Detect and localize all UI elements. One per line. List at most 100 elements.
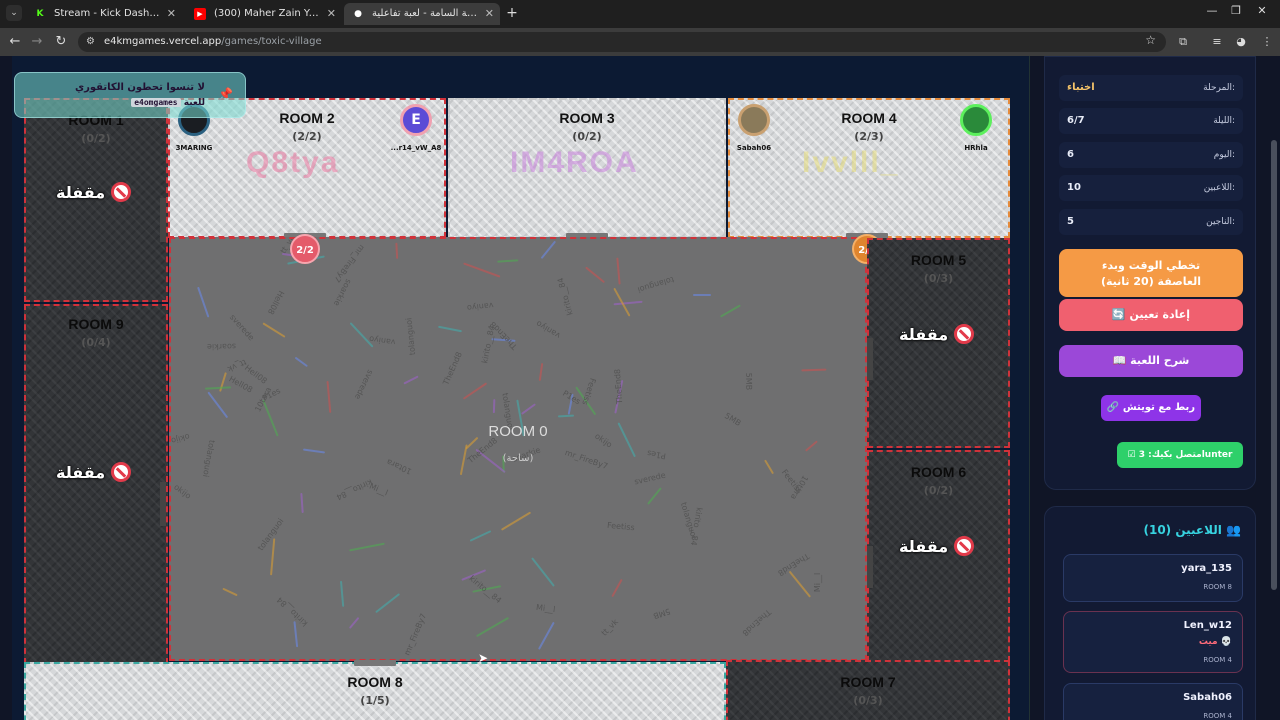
trail-name: vaniyo [466,300,495,312]
media-icon[interactable]: ≡ [1208,33,1226,51]
trail-line [222,588,238,597]
no-entry-icon [954,324,975,344]
player-card[interactable]: Len_w12 ميت 💀 ROOM 4 [1063,611,1243,673]
kick-connected-button[interactable]: ☑ متصل بكيك: 3lunter [1117,442,1243,468]
explain-game-button[interactable]: 📖 شرح اللعبة [1059,345,1243,377]
room-6[interactable]: ROOM 6 (0/2) مقفلة [867,450,1010,662]
trail-line [197,286,210,318]
room-8[interactable]: ROOM 8 (1/5) [24,662,726,720]
room-1[interactable]: ROOM 1 (0/2) مقفلة [24,98,168,302]
trail-line [300,492,305,514]
trail-line [293,621,299,648]
close-icon[interactable]: ✕ [327,3,336,25]
trail-name: sverede [352,368,375,401]
back-icon[interactable]: ← [6,33,24,51]
trail-line [801,368,827,372]
streamer-watermark: Q8tya [246,146,340,179]
room-3[interactable]: ROOM 3 (0/2) IM4ROA [448,98,726,238]
profile-icon[interactable]: ◕ [1232,33,1250,51]
locked-indicator: مقفلة [899,536,975,556]
player-name: Len_w12 [1183,620,1232,631]
game-page: ROOM 1 (0/2) مقفلة ROOM 9 (0/4) مقفلة RO… [0,56,1280,720]
trail-name: kirito__84 [479,324,496,364]
trail-line [294,356,308,367]
status-label: المرحلة: [1203,83,1235,93]
trail-line [520,402,536,415]
trail-line [475,616,509,637]
room-2[interactable]: ROOM 2 (2/2) Q8tya 3MARING E ...r14_vW_A… [168,98,446,238]
toast-line-1: لا تنسوا تحطون الكاتقوري [74,82,205,93]
trail-name: kirito__84 [275,595,310,629]
minimize-icon[interactable]: — [1202,4,1222,17]
room-count: (1/5) [360,694,390,707]
room-0-plaza[interactable]: tolanguoi tolanguoi tolanguoi TheEnd8 TheEnd… [169,237,867,661]
mouse-cursor-icon: ➤ [478,651,489,665]
room-count: (0/3) [923,272,954,285]
trail-name: mr_FireBy7 [332,243,367,285]
window-close-icon[interactable]: ✕ [1252,4,1272,17]
extensions-icon[interactable]: ⧉ [1174,33,1192,51]
bookmark-star-icon[interactable]: ☆ [1145,33,1156,47]
locked-label: مقفلة [56,182,106,202]
player-avatar[interactable]: E [400,104,432,136]
trail-line [616,257,621,285]
room-4[interactable]: ROOM 4 (2/3) Ivvlll_ Sabah06 HRhla [728,98,1010,238]
status-row-night: الليلة: 6/7 [1059,108,1243,134]
trail-name: Mi__l [812,573,822,593]
trail-line [497,259,519,263]
reassign-button[interactable]: 🔄 إعادة تعيين [1059,299,1243,331]
trail-line [540,240,557,259]
player-card[interactable]: yara_135 ROOM 8 [1063,554,1243,602]
player-card[interactable]: Sabah06 ROOM 4 [1063,683,1243,720]
trail-line [339,580,344,607]
room-count: (2/2) [292,130,322,143]
menu-icon[interactable]: ⋮ [1258,33,1276,51]
door [867,338,873,380]
url-field[interactable]: ⚙ e4kmgames.vercel.app/games/toxic-villa… [78,32,1166,52]
scrollbar-thumb[interactable] [1271,140,1277,590]
skip-time-storm-button[interactable]: تخطي الوقت وبدء العاصفة (20 ثانية) [1059,249,1243,297]
player-name: 3MARING [175,144,213,152]
room-7[interactable]: ROOM 7 (0/3) [726,660,1010,720]
trail-line [462,382,488,400]
room-count: (0/2) [572,130,602,143]
locked-indicator: مقفلة [56,182,132,202]
room-occupancy-badge: 2/2 [290,234,320,264]
no-entry-icon [111,182,132,202]
browser-tab-game[interactable]: ● القرية السامة - لعبة تفاعلية ✕ [344,3,500,25]
trail-line [538,363,544,382]
trail-line [375,593,400,613]
tab-search-dropdown[interactable]: ⌄ [6,5,22,21]
browser-tab-youtube[interactable]: ▶ (300) Maher Zain Ya Nabi S ✕ [186,3,342,25]
reload-icon[interactable]: ↻ [52,33,70,51]
link-twitch-button[interactable]: 🔗 ربط مع تويتش [1101,395,1201,421]
forward-icon[interactable]: → [28,33,46,51]
button-line-1: تخطي الوقت وبدء [1101,259,1201,272]
door [867,546,873,588]
page-scrollbar[interactable] [1268,56,1280,720]
player-name: yara_135 [1181,563,1232,574]
button-line-2: العاصفة (20 ثانية) [1100,275,1202,288]
site-info-icon[interactable]: ⚙ [86,36,98,48]
trail-line [395,243,399,259]
maximize-icon[interactable]: ❐ [1226,4,1246,17]
trail-name: tolanguoi [636,274,675,295]
trail-name: TheEnd8 [612,368,625,405]
tab-label: (300) Maher Zain Ya Nabi S [214,8,320,19]
room-9[interactable]: ROOM 9 (0/4) مقفلة [24,304,168,664]
trail-line [537,622,555,650]
trail-name: soarkie [331,277,354,308]
kick-icon: K [36,9,44,19]
trail-line [469,529,492,542]
trail-line [262,321,286,338]
trail-line [614,300,644,306]
browser-tab-kick[interactable]: K Stream - Kick Dashboard ✕ [26,3,182,25]
room-count: (0/3) [853,694,883,707]
close-icon[interactable]: ✕ [167,3,176,25]
player-avatar[interactable] [960,104,992,136]
room-5[interactable]: ROOM 5 (0/3) مقفلة [867,238,1010,448]
new-tab-button[interactable]: + [504,5,520,21]
close-icon[interactable]: ✕ [485,3,494,25]
trail-name: Mi__l [535,603,556,615]
player-avatar[interactable] [738,104,770,136]
